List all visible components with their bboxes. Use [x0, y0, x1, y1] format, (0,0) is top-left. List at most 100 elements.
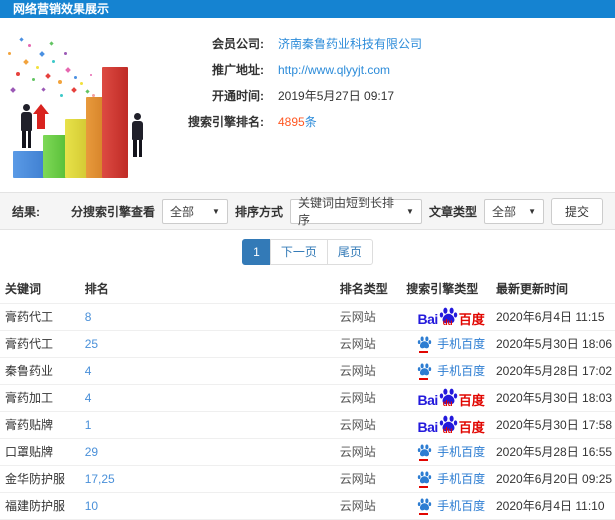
bar-chart-illustration [2, 30, 170, 188]
info-row-rank-count: 搜索引擎排名: 4895条 [172, 109, 615, 135]
rank-count-label: 搜索引擎排名: [188, 115, 264, 129]
confetti-dot [74, 76, 77, 79]
baidu-mobile-text: 手机百度 [437, 499, 486, 513]
rank-type-cell: 云网站 [339, 437, 407, 465]
baidu-mobile-logo: 手机百度 [417, 443, 486, 461]
paw-icon [417, 336, 432, 349]
baidu-cn-text: 百度 [458, 311, 485, 327]
baidu-du-text: du [442, 425, 453, 435]
confetti-dot [49, 41, 54, 46]
keyword-cell: 膏药加工 [0, 383, 85, 411]
baidu-cn-text: 百度 [458, 419, 485, 435]
baidu-bai-text: Bai [417, 391, 438, 408]
rank-cell: 1 [84, 410, 340, 438]
confetti-dot [71, 87, 77, 93]
submit-button[interactable]: 提交 [550, 197, 603, 225]
table-row: 膏药代工 25 云网站 手机百度 2020年5月30日 18:06 [0, 329, 615, 357]
updated-cell: 2020年5月28日 17:02 [496, 356, 615, 384]
sort-select-value: 关键词由短到长排序 [297, 196, 394, 227]
businessman-figure-left [19, 104, 34, 148]
rank-cell: 8 [84, 302, 340, 330]
table-header-row: 关键词 排名 排名类型 搜索引擎类型 最新更新时间 [0, 275, 615, 303]
chevron-down-icon: ▼ [406, 206, 414, 216]
open-time-label: 开通时间: [212, 89, 264, 103]
engine-cell: 手机百度 [406, 437, 496, 465]
paw-icon [417, 444, 432, 457]
engine-select[interactable]: 全部 ▼ [161, 198, 228, 224]
chevron-down-icon: ▼ [528, 206, 536, 216]
updated-cell: 2020年5月30日 17:58 [496, 410, 615, 438]
confetti-dot [65, 67, 71, 73]
engine-cell: Bai du 百度 [406, 410, 496, 438]
baidu-mobile-text: 手机百度 [437, 364, 486, 378]
table-row: 膏药加工 4 云网站 Bai du 百度 2020年5月30日 18:03 [0, 383, 615, 411]
rank-type-cell: 云网站 [339, 410, 407, 438]
info-row-open-time: 开通时间: 2019年5月27日 09:17 [172, 83, 615, 109]
promo-url-link[interactable]: http://www.qlyyjt.com [278, 63, 390, 77]
baidu-cn-text: 百度 [458, 392, 485, 408]
filter-controls: 分搜索引擎查看 全部 ▼ 排序方式 关键词由短到长排序 ▼ 文章类型 全部 ▼ 提交 [70, 196, 603, 227]
confetti-dot [90, 74, 92, 76]
rank-link[interactable]: 1 [85, 418, 92, 432]
rank-link[interactable]: 8 [85, 310, 92, 324]
info-rows: 会员公司: 济南秦鲁药业科技有限公司 推广地址: http://www.qlyyjt… [172, 18, 615, 135]
keyword-cell: 膏药贴牌 [0, 410, 85, 438]
rank-link[interactable]: 4 [85, 364, 92, 378]
table-row: 福建防护服 10 云网站 手机百度 2020年6月4日 11:10 [0, 491, 615, 519]
keyword-cell: 膏药代工 [0, 302, 85, 330]
rank-type-cell: 云网站 [339, 302, 407, 330]
baidu-mobile-text: 手机百度 [437, 472, 486, 486]
up-arrow-icon [33, 104, 49, 129]
title-bar: 网络营销效果展示 [0, 0, 615, 18]
keyword-cell: 口罩贴牌 [0, 437, 85, 465]
baidu-mobile-text: 手机百度 [437, 445, 486, 459]
page-button-current[interactable]: 1 [242, 239, 271, 265]
baidu-mobile-logo: 手机百度 [417, 335, 485, 353]
rank-cell: 29 [84, 437, 340, 465]
rank-count-number: 4895 [278, 115, 305, 129]
paw-icon [417, 363, 432, 376]
confetti-dot [39, 51, 45, 57]
engine-cell: 手机百度 [406, 329, 496, 357]
paw-icon [417, 471, 432, 484]
confetti-dot [28, 44, 31, 47]
baidu-mobile-logo: 手机百度 [417, 470, 486, 488]
keyword-cell: 秦鲁药业 [0, 356, 85, 384]
rank-link[interactable]: 25 [85, 337, 98, 351]
sort-select[interactable]: 关键词由短到长排序 ▼ [289, 196, 422, 227]
rank-link[interactable]: 10 [85, 499, 98, 513]
engine-cell: 手机百度 [406, 491, 496, 519]
open-time-value: 2019年5月27日 09:17 [278, 89, 395, 103]
confetti-dot [80, 82, 83, 85]
rank-cell: 10 [84, 491, 340, 519]
next-page-button[interactable]: 下一页 [269, 239, 328, 265]
info-row-company: 会员公司: 济南秦鲁药业科技有限公司 [172, 31, 615, 57]
confetti-dot [19, 37, 24, 42]
illustration-bar-blue [13, 151, 46, 178]
confetti-dot [8, 52, 11, 55]
engine-cell: 手机百度 [406, 464, 496, 492]
rank-link[interactable]: 4 [85, 391, 92, 405]
baidu-mobile-logo: 手机百度 [417, 362, 486, 380]
rank-link[interactable]: 17,25 [85, 472, 115, 486]
last-page-button[interactable]: 尾页 [326, 239, 373, 265]
confetti-dot [41, 87, 46, 92]
confetti-dot [32, 78, 35, 81]
baidu-pc-logo: Bai du 百度 [417, 388, 485, 408]
confetti-dot [23, 59, 29, 65]
article-type-select[interactable]: 全部 ▼ [483, 198, 544, 224]
rank-type-cell: 云网站 [339, 464, 407, 492]
rank-link[interactable]: 29 [85, 445, 98, 459]
engine-filter-label: 分搜索引擎查看 [70, 204, 155, 219]
company-link[interactable]: 济南秦鲁药业科技有限公司 [278, 37, 422, 51]
baidu-pc-logo: Bai du 百度 [417, 415, 485, 435]
page-title: 网络营销效果展示 [13, 2, 110, 16]
baidu-du-text: du [442, 317, 453, 327]
header-engine-type: 搜索引擎类型 [406, 282, 479, 297]
chevron-down-icon: ▼ [212, 206, 220, 216]
businessman-figure-right [130, 113, 145, 157]
info-section: 会员公司: 济南秦鲁药业科技有限公司 推广地址: http://www.qlyyjt… [0, 18, 615, 192]
rank-count-unit[interactable]: 条 [305, 115, 317, 129]
updated-cell: 2020年6月4日 11:15 [496, 302, 615, 330]
company-label: 会员公司: [212, 37, 264, 51]
